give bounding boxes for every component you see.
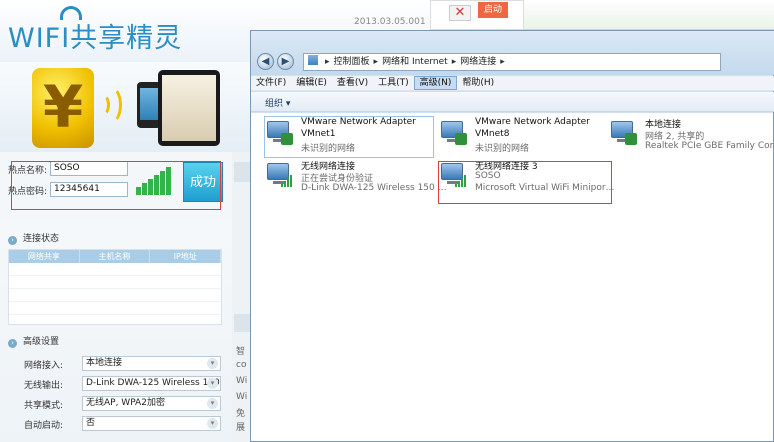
connection-title: VMware Network Adapter (475, 117, 590, 127)
select-value: 本地连接 (86, 358, 123, 368)
share-mode-select[interactable]: 无线AP, WPA2加密 ▾ (82, 396, 221, 411)
side-text: 展 (236, 423, 246, 433)
section-title: 连接状态 (23, 234, 60, 244)
network-input-label: 网络接入: (24, 361, 64, 371)
collapse-icon[interactable]: › (8, 339, 17, 348)
menu-bar: 文件(F) 编辑(E) 查看(V) 工具(T) 高级(N) 帮助(H) (251, 76, 774, 91)
chevron-down-icon[interactable]: ▾ (207, 358, 218, 369)
side-text: 智 (236, 347, 246, 357)
side-text: Wi (236, 392, 248, 402)
breadcrumb-item[interactable]: 网络连接 (460, 57, 496, 67)
organize-button[interactable]: 组织 ▾ (265, 96, 290, 109)
network-connections-window: ◀ ▶ ▸ 控制面板 ▸ 网络和 Internet ▸ 网络连接 ▸ 文件(F) 编辑(E)… (250, 30, 774, 442)
chevron-down-icon[interactable]: ▾ (207, 398, 218, 409)
start-button[interactable]: 启动 (478, 2, 508, 18)
menu-tools[interactable]: 工具(T) (373, 76, 414, 90)
menu-file[interactable]: 文件(F) (251, 76, 291, 90)
breadcrumb-item[interactable]: 网络和 Internet (382, 57, 448, 67)
chevron-down-icon[interactable]: ▾ (207, 378, 218, 389)
yuan-coin-icon: ¥ (32, 68, 94, 148)
table-row (9, 289, 221, 302)
tablet-icon (158, 70, 220, 146)
menu-advanced[interactable]: 高级(N) (413, 76, 458, 90)
side-text: co (236, 360, 247, 370)
connection-item-local[interactable]: 本地连接 网络 2, 共享的 Realtek PCIe GBE Family C… (609, 117, 774, 157)
table-row (9, 302, 221, 315)
column-header: IP地址 (150, 250, 222, 263)
column-header: 主机名称 (80, 250, 151, 263)
forward-arrow-icon[interactable]: ▶ (277, 53, 294, 70)
connection-item-vmnet8[interactable]: VMware Network Adapter VMnet8 未识别的网络 (439, 117, 609, 157)
signal-wave-icon (100, 86, 122, 124)
banner: ¥ (0, 62, 250, 152)
connection-item-wireless[interactable]: 无线网络连接 正在尝试身份验证 D-Link DWA-125 Wireless … (265, 159, 447, 199)
connection-subtitle: VMnet8 (475, 129, 510, 139)
wireless-output-select[interactable]: D-Link DWA-125 Wireless 150 ▾ (82, 376, 221, 391)
wired-network-icon (609, 119, 639, 149)
menu-edit[interactable]: 编辑(E) (291, 76, 332, 90)
advanced-settings-header: › 高级设置 (8, 334, 59, 348)
select-value: D-Link DWA-125 Wireless 150 (86, 378, 220, 388)
desktop-strip (524, 0, 774, 30)
select-value: 无线AP, WPA2加密 (86, 398, 165, 408)
connection-status: 未识别的网络 (475, 144, 530, 154)
address-bar[interactable]: ▸ 控制面板 ▸ 网络和 Internet ▸ 网络连接 ▸ (303, 53, 721, 71)
column-header: 网络共享 (9, 250, 80, 263)
breadcrumb-item[interactable]: 控制面板 (334, 57, 370, 67)
version-label: 2013.03.05.001 (354, 17, 426, 27)
table-row (9, 263, 221, 276)
connection-status: 未识别的网络 (301, 144, 356, 154)
connection-title: VMware Network Adapter (301, 117, 416, 127)
side-text: 免 (236, 409, 246, 419)
network-input-select[interactable]: 本地连接 ▾ (82, 356, 221, 371)
wired-network-icon (439, 119, 469, 149)
share-mode-label: 共享模式: (24, 401, 64, 411)
menu-help[interactable]: 帮助(H) (457, 76, 499, 90)
side-text: Wi (236, 376, 248, 386)
highlight-box (438, 161, 612, 204)
connection-status-header: › 连接状态 (8, 231, 59, 245)
select-value: 否 (86, 418, 96, 428)
connection-status: Realtek PCIe GBE Family Contr… (645, 141, 774, 151)
auto-start-label: 自动启动: (24, 421, 64, 431)
app-logo: WIFI共享精灵 (8, 23, 183, 54)
collapse-icon[interactable]: › (8, 236, 17, 245)
toolbar: 组织 ▾ (251, 92, 774, 112)
promo-box: ✕ 启动 (430, 0, 524, 30)
wireless-output-label: 无线输出: (24, 381, 64, 391)
table-header: 网络共享 主机名称 IP地址 (9, 250, 222, 263)
connection-status: D-Link DWA-125 Wireless 150 … (301, 183, 447, 193)
connection-table: 网络共享 主机名称 IP地址 (8, 249, 222, 325)
wired-network-icon (265, 119, 295, 149)
menu-view[interactable]: 查看(V) (332, 76, 373, 90)
connection-item-vmnet1[interactable]: VMware Network Adapter VMnet1 未识别的网络 (264, 116, 434, 158)
back-arrow-icon[interactable]: ◀ (257, 53, 274, 70)
chevron-down-icon[interactable]: ▾ (207, 418, 218, 429)
control-panel-icon (308, 55, 318, 65)
table-row (9, 276, 221, 289)
auto-start-select[interactable]: 否 ▾ (82, 416, 221, 431)
section-title: 高级设置 (23, 337, 60, 347)
wireless-network-icon (265, 161, 295, 191)
highlight-box (11, 161, 221, 210)
close-icon[interactable]: ✕ (449, 5, 471, 21)
connection-subtitle: VMnet1 (301, 129, 336, 139)
address-bar-area: ◀ ▶ ▸ 控制面板 ▸ 网络和 Internet ▸ 网络连接 ▸ (251, 31, 774, 75)
